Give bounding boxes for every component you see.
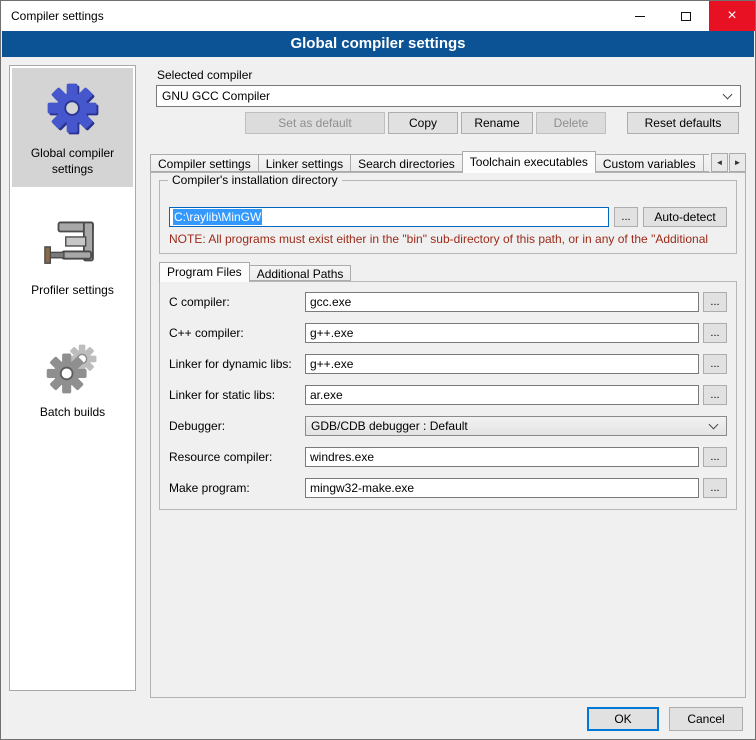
titlebar: Compiler settings × xyxy=(1,1,755,31)
selected-compiler-value: GNU GCC Compiler xyxy=(162,89,270,103)
installation-directory-group: Compiler's installation directory C:\ray… xyxy=(159,180,737,254)
tabs-viewport: Compiler settings Linker settings Search… xyxy=(150,151,709,173)
cpp-compiler-label: C++ compiler: xyxy=(169,326,301,340)
compiler-actions: Set as default Copy Rename Delete Reset … xyxy=(245,112,739,134)
sidebar-item-batch-builds[interactable]: Batch builds xyxy=(12,327,133,430)
tab-scroll-left-button[interactable]: ◄ xyxy=(711,153,728,172)
linker-dynamic-browse-button[interactable]: ... xyxy=(703,354,727,374)
chevron-down-icon xyxy=(709,420,719,430)
selected-compiler-dropdown[interactable]: GNU GCC Compiler xyxy=(156,85,741,107)
toolchain-executables-page: Compiler's installation directory C:\ray… xyxy=(150,172,746,698)
window-title: Compiler settings xyxy=(1,9,617,23)
compiler-settings-window: Compiler settings × Global compiler sett… xyxy=(0,0,756,740)
reset-defaults-button[interactable]: Reset defaults xyxy=(627,112,739,134)
rename-button[interactable]: Rename xyxy=(461,112,533,134)
tab-build-options-truncated[interactable]: Buil xyxy=(703,154,709,172)
make-program-label: Make program: xyxy=(169,481,301,495)
cancel-button[interactable]: Cancel xyxy=(669,707,743,731)
tab-compiler-settings[interactable]: Compiler settings xyxy=(150,154,259,172)
maximize-button[interactable] xyxy=(663,1,709,31)
maximize-icon xyxy=(681,12,691,21)
resource-compiler-browse-button[interactable]: ... xyxy=(703,447,727,467)
left-arrow-icon: ◄ xyxy=(716,158,724,167)
settings-sidebar: Global compiler settings Profiler settin… xyxy=(9,65,136,691)
debugger-label: Debugger: xyxy=(169,419,301,433)
installation-directory-group-title: Compiler's installation directory xyxy=(168,173,342,187)
dialog-header: Global compiler settings xyxy=(2,31,754,57)
installation-directory-input[interactable]: C:\raylib\MinGW xyxy=(169,207,609,227)
resource-compiler-input[interactable] xyxy=(305,447,699,467)
tab-linker-settings[interactable]: Linker settings xyxy=(258,154,351,172)
field-row-linker-dynamic: Linker for dynamic libs: ... xyxy=(169,354,727,374)
minimize-button[interactable] xyxy=(617,1,663,31)
gears-gray-icon-graphic xyxy=(44,339,102,397)
gear-blue-icon xyxy=(43,80,103,138)
installation-directory-value: C:\raylib\MinGW xyxy=(173,209,262,225)
sidebar-item-profiler-settings[interactable]: Profiler settings xyxy=(12,205,133,308)
right-arrow-icon: ► xyxy=(734,158,742,167)
sidebar-item-label: Global compiler settings xyxy=(17,145,129,177)
window-controls: × xyxy=(617,1,755,31)
c-compiler-browse-button[interactable]: ... xyxy=(703,292,727,312)
tab-custom-variables[interactable]: Custom variables xyxy=(595,154,704,172)
resource-compiler-label: Resource compiler: xyxy=(169,450,301,464)
compiler-tabbar: Compiler settings Linker settings Search… xyxy=(150,151,746,173)
make-program-input[interactable] xyxy=(305,478,699,498)
note-text: NOTE: All programs must exist either in … xyxy=(169,232,735,246)
tab-scroll-buttons: ◄ ► xyxy=(711,153,746,172)
tab-toolchain-executables[interactable]: Toolchain executables xyxy=(462,151,596,173)
gears-gray-icon xyxy=(44,339,102,397)
linker-static-label: Linker for static libs: xyxy=(169,388,301,402)
ok-button[interactable]: OK xyxy=(587,707,659,731)
program-files-page: C compiler: ... C++ compiler: ... Linker… xyxy=(159,281,737,510)
tab-search-directories[interactable]: Search directories xyxy=(350,154,463,172)
dialog-footer: OK Cancel xyxy=(587,707,743,731)
field-row-cpp-compiler: C++ compiler: ... xyxy=(169,323,727,343)
close-icon: × xyxy=(727,8,736,24)
close-button[interactable]: × xyxy=(709,1,755,31)
field-row-debugger: Debugger: GDB/CDB debugger : Default xyxy=(169,416,727,436)
chevron-down-icon xyxy=(723,90,733,100)
field-row-make-program: Make program: ... xyxy=(169,478,727,498)
field-row-resource-compiler: Resource compiler: ... xyxy=(169,447,727,467)
installation-directory-row: C:\raylib\MinGW ... Auto-detect xyxy=(169,207,727,227)
linker-dynamic-input[interactable] xyxy=(305,354,699,374)
delete-button[interactable]: Delete xyxy=(536,112,606,134)
field-row-c-compiler: C compiler: ... xyxy=(169,292,727,312)
debugger-value: GDB/CDB debugger : Default xyxy=(311,419,468,433)
field-row-linker-static: Linker for static libs: ... xyxy=(169,385,727,405)
programs-tabbar: Program Files Additional Paths xyxy=(159,262,350,282)
tab-program-files[interactable]: Program Files xyxy=(159,262,250,282)
cpp-compiler-browse-button[interactable]: ... xyxy=(703,323,727,343)
clamp-icon-graphic xyxy=(44,217,102,275)
linker-dynamic-label: Linker for dynamic libs: xyxy=(169,357,301,371)
sidebar-item-label: Profiler settings xyxy=(17,282,129,298)
minimize-icon xyxy=(635,16,645,17)
linker-static-input[interactable] xyxy=(305,385,699,405)
sidebar-item-label: Batch builds xyxy=(17,404,129,420)
gear-blue-icon-graphic xyxy=(43,80,103,138)
sidebar-item-global-compiler-settings[interactable]: Global compiler settings xyxy=(12,68,133,187)
tab-scroll-right-button[interactable]: ► xyxy=(729,153,746,172)
copy-button[interactable]: Copy xyxy=(388,112,458,134)
tab-additional-paths[interactable]: Additional Paths xyxy=(249,265,352,281)
make-program-browse-button[interactable]: ... xyxy=(703,478,727,498)
clamp-icon xyxy=(44,217,102,275)
c-compiler-input[interactable] xyxy=(305,292,699,312)
set-as-default-button[interactable]: Set as default xyxy=(245,112,385,134)
cpp-compiler-input[interactable] xyxy=(305,323,699,343)
installation-directory-browse-button[interactable]: ... xyxy=(614,207,638,227)
c-compiler-label: C compiler: xyxy=(169,295,301,309)
auto-detect-button[interactable]: Auto-detect xyxy=(643,207,727,227)
debugger-dropdown[interactable]: GDB/CDB debugger : Default xyxy=(305,416,727,436)
linker-static-browse-button[interactable]: ... xyxy=(703,385,727,405)
selected-compiler-label: Selected compiler xyxy=(157,68,252,82)
